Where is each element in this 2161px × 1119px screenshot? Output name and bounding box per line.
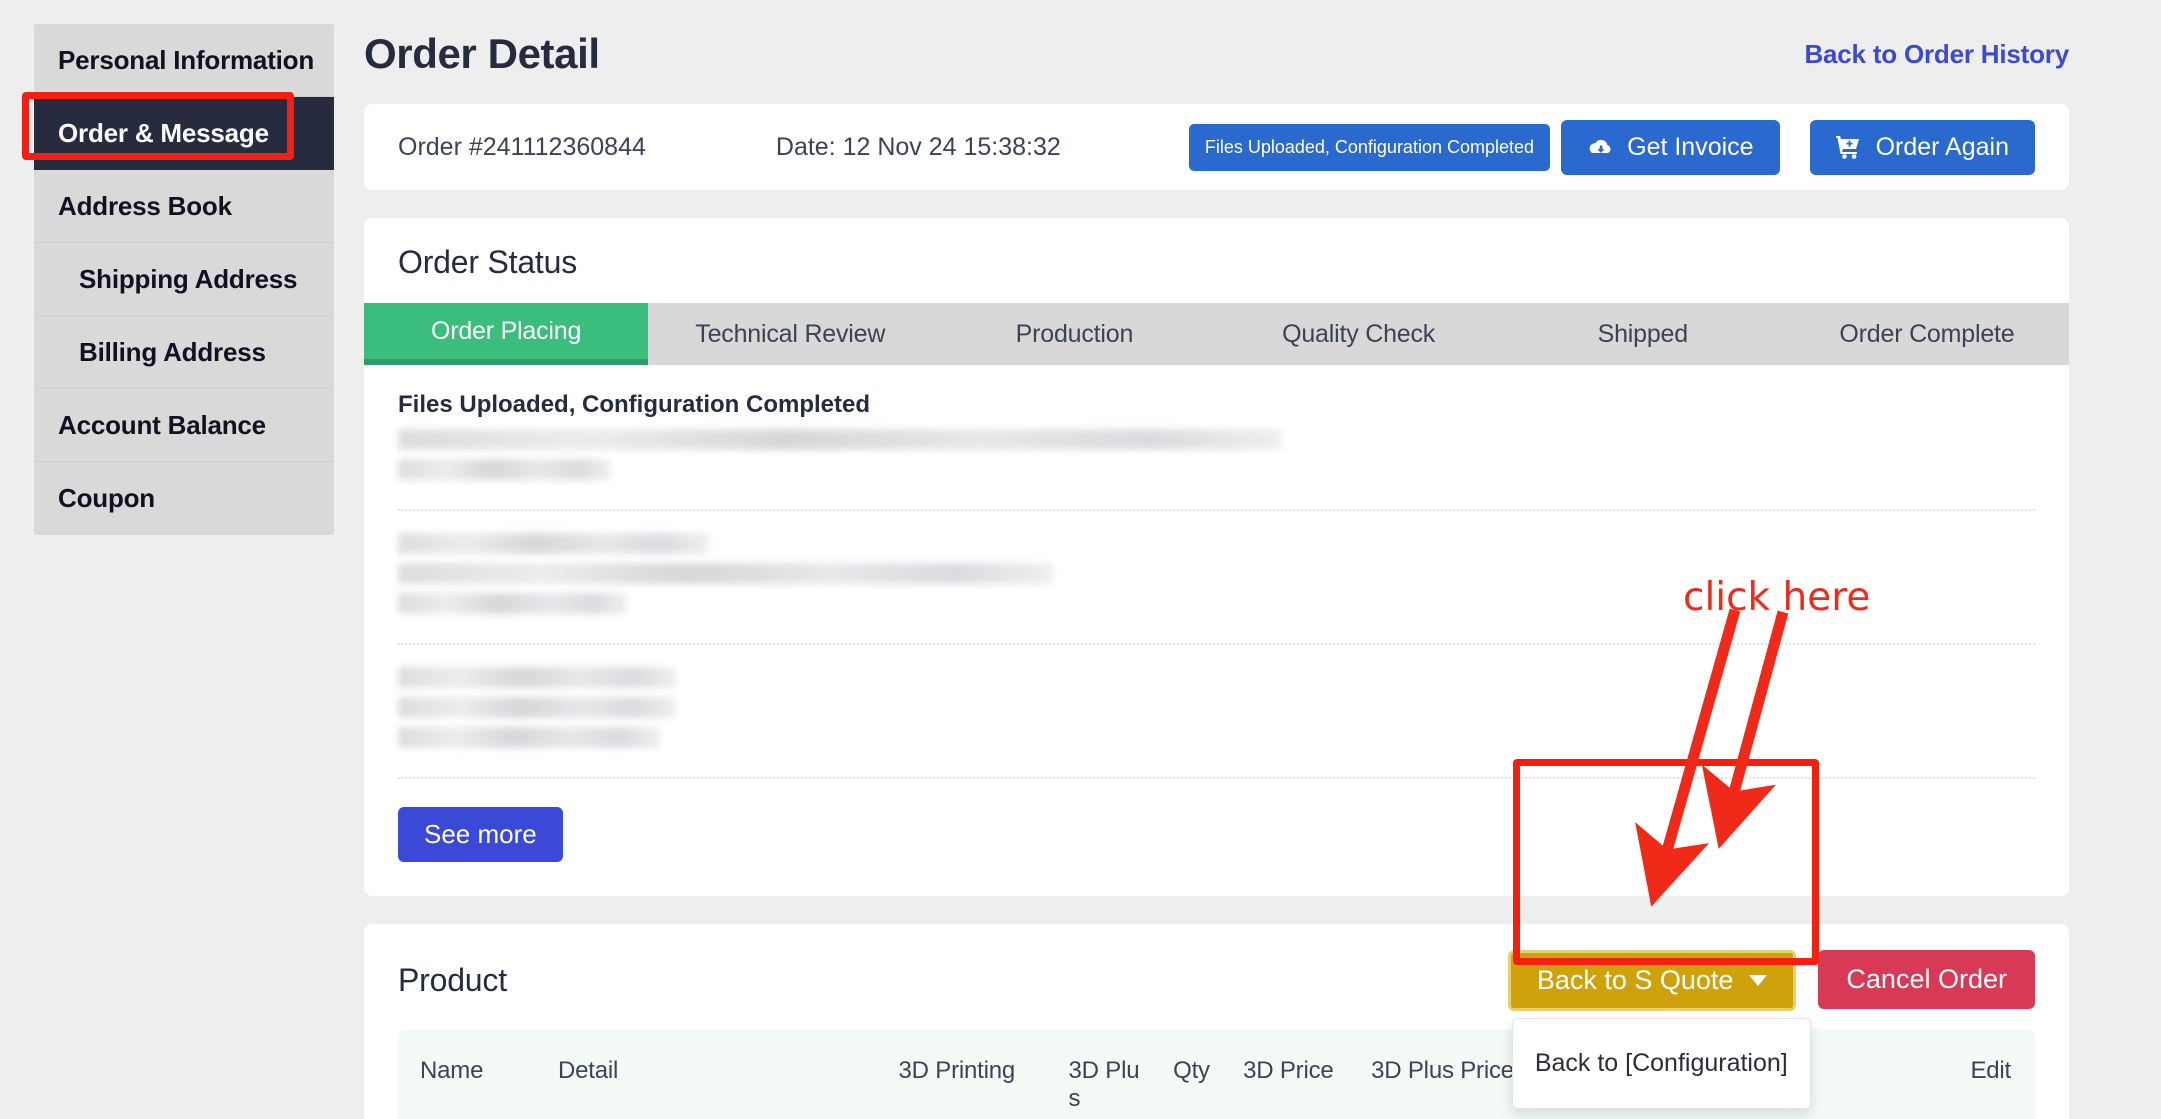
status-badge: Files Uploaded, Configuration Completed — [1189, 124, 1550, 171]
chevron-down-icon — [1749, 975, 1767, 986]
back-to-s-quote-label: Back to S Quote — [1537, 965, 1734, 996]
redacted-line — [398, 727, 660, 748]
see-more-button[interactable]: See more — [398, 807, 563, 862]
sidebar-item-label: Billing Address — [79, 337, 266, 368]
order-status-body: Files Uploaded, Configuration Completed … — [364, 365, 2069, 896]
cart-plus-icon — [1836, 135, 1862, 159]
redacted-line — [398, 593, 627, 614]
column-header-detail: Detail — [558, 1029, 899, 1119]
back-to-order-history-link[interactable]: Back to Order History — [1804, 39, 2069, 70]
step-technical-review[interactable]: Technical Review — [648, 303, 932, 365]
back-to-quote-dropdown-wrap: Back to S Quote Back to [Configuration] — [1508, 950, 1797, 1011]
sidebar-item-label: Account Balance — [58, 410, 266, 441]
back-to-s-quote-button[interactable]: Back to S Quote — [1508, 950, 1797, 1011]
order-date: Date: 12 Nov 24 15:38:32 — [776, 133, 1061, 162]
dropdown-item-back-to-configuration[interactable]: Back to [Configuration] — [1513, 1041, 1810, 1086]
redacted-line — [398, 667, 676, 688]
sidebar-item-address-book[interactable]: Address Book — [34, 170, 334, 243]
sidebar-item-label: Order & Message — [58, 118, 269, 149]
redacted-line — [398, 459, 611, 480]
redacted-line — [398, 429, 1282, 450]
sidebar-item-shipping-address[interactable]: Shipping Address — [34, 243, 334, 316]
main-content: Order Detail Back to Order History Order… — [334, 0, 2161, 1119]
step-label: Order Complete — [1839, 320, 2014, 349]
order-detail-page: Personal Information Order & Message Add… — [0, 0, 2161, 1119]
product-card: Product Back to S Quote Back to [Configu… — [364, 924, 2069, 1119]
order-status-title: Order Status — [364, 218, 2069, 303]
column-header-name: Name — [398, 1029, 558, 1119]
product-title: Product — [398, 962, 507, 999]
sidebar-item-coupon[interactable]: Coupon — [34, 462, 334, 535]
sidebar-item-label: Coupon — [58, 483, 155, 514]
sidebar-item-billing-address[interactable]: Billing Address — [34, 316, 334, 389]
step-shipped[interactable]: Shipped — [1501, 303, 1785, 365]
step-production[interactable]: Production — [932, 303, 1216, 365]
product-table-wrap: Name Detail 3D Printing 3D Plu s Qty 3D … — [364, 1029, 2069, 1119]
get-invoice-button[interactable]: Get Invoice — [1561, 120, 1779, 175]
redacted-line — [398, 697, 676, 718]
order-summary-bar: Order #241112360844 Date: 12 Nov 24 15:3… — [364, 104, 2069, 190]
column-header-3d-price: 3D Price — [1243, 1029, 1371, 1119]
product-actions: Back to S Quote Back to [Configuration] … — [1508, 950, 2035, 1011]
status-entry — [398, 667, 2035, 779]
column-header-qty: Qty — [1173, 1029, 1243, 1119]
product-header: Product Back to S Quote Back to [Configu… — [364, 924, 2069, 1029]
order-status-card: Order Status Order Placing Technical Rev… — [364, 218, 2069, 896]
column-header-edit: Edit — [1821, 1029, 2035, 1119]
step-order-placing[interactable]: Order Placing — [364, 303, 648, 365]
order-status-steps: Order Placing Technical Review Productio… — [364, 303, 2069, 365]
page-title: Order Detail — [364, 30, 600, 78]
back-to-quote-dropdown-menu[interactable]: Back to [Configuration] — [1512, 1018, 1811, 1109]
step-label: Shipped — [1598, 320, 1688, 349]
step-label: Order Placing — [431, 317, 581, 346]
account-sidebar: Personal Information Order & Message Add… — [34, 24, 334, 535]
cancel-order-button[interactable]: Cancel Order — [1818, 950, 2035, 1009]
sidebar-item-personal-information[interactable]: Personal Information — [34, 24, 334, 97]
step-label: Technical Review — [695, 320, 885, 349]
step-quality-check[interactable]: Quality Check — [1217, 303, 1501, 365]
redacted-line — [398, 533, 709, 554]
step-order-complete[interactable]: Order Complete — [1785, 303, 2069, 365]
column-header-3d-printing: 3D Printing — [899, 1029, 1069, 1119]
order-again-label: Order Again — [1876, 133, 2009, 162]
sidebar-item-order-message[interactable]: Order & Message — [34, 97, 334, 170]
sidebar-item-label: Personal Information — [58, 45, 314, 76]
sidebar-item-label: Shipping Address — [79, 264, 297, 295]
redacted-line — [398, 563, 1053, 584]
step-label: Production — [1016, 320, 1134, 349]
sidebar-item-label: Address Book — [58, 191, 232, 222]
current-status-heading: Files Uploaded, Configuration Completed — [398, 391, 2035, 419]
page-header: Order Detail Back to Order History — [364, 18, 2069, 104]
status-entry — [398, 429, 2035, 511]
sidebar-item-account-balance[interactable]: Account Balance — [34, 389, 334, 462]
order-again-button[interactable]: Order Again — [1810, 120, 2035, 175]
step-label: Quality Check — [1282, 320, 1435, 349]
order-number: Order #241112360844 — [398, 133, 646, 162]
column-header-3d-plus-price: 3D Plus Price — [1371, 1029, 1531, 1119]
status-entry — [398, 533, 2035, 645]
column-header-3d-plus: 3D Plu s — [1069, 1029, 1174, 1119]
cloud-download-icon — [1587, 137, 1613, 157]
get-invoice-label: Get Invoice — [1627, 133, 1753, 162]
